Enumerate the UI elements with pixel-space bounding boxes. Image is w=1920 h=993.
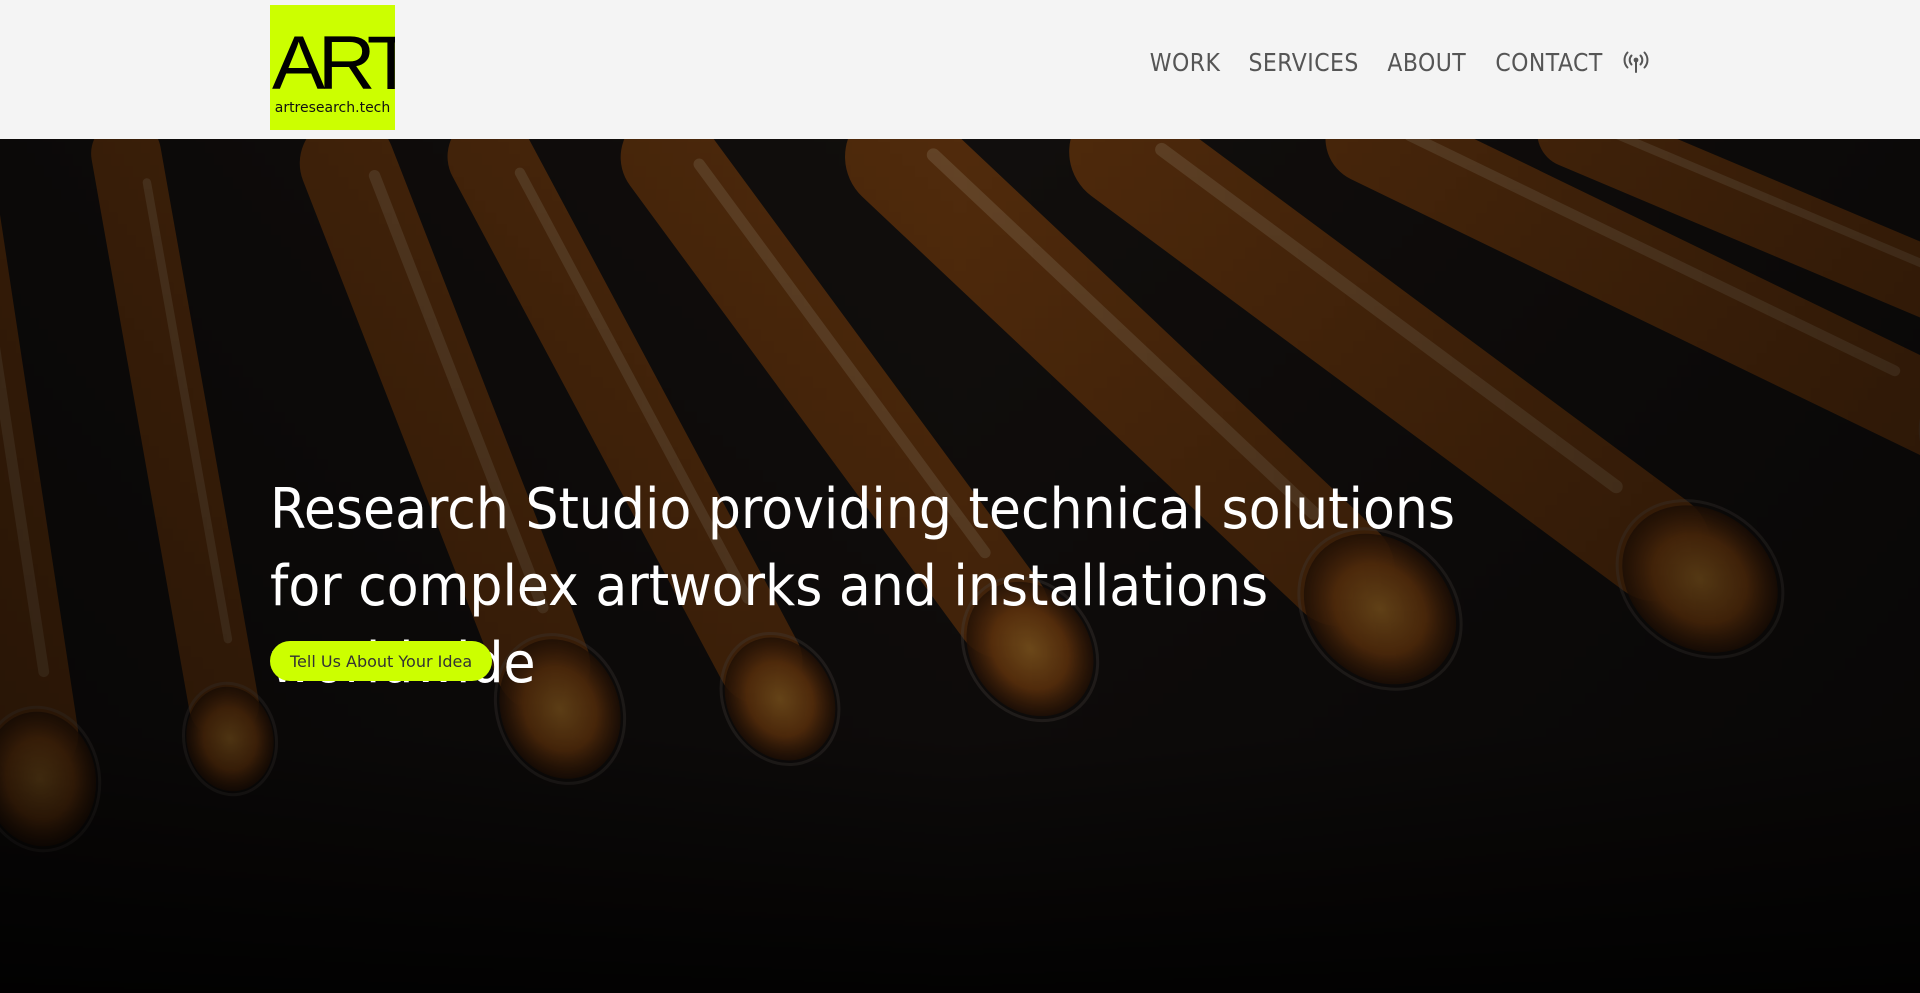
logo-domain: artresearch.tech <box>274 100 391 116</box>
nav-link-about[interactable]: ABOUT <box>1388 48 1467 77</box>
tell-us-about-your-idea-button[interactable]: Tell Us About Your Idea <box>270 641 493 681</box>
logo[interactable]: ART artresearch.tech <box>270 5 395 130</box>
hero-section: Research Studio providing technical solu… <box>0 139 1920 993</box>
site-header: ART artresearch.tech WORK SERVICES ABOUT… <box>0 0 1920 139</box>
nav-link-work[interactable]: WORK <box>1150 48 1221 77</box>
broadcast-icon[interactable] <box>1622 49 1650 77</box>
nav-link-contact[interactable]: CONTACT <box>1495 48 1602 77</box>
logo-mark: ART <box>272 21 395 106</box>
main-nav: WORK SERVICES ABOUT CONTACT <box>1145 48 1650 77</box>
nav-link-services[interactable]: SERVICES <box>1249 48 1359 77</box>
